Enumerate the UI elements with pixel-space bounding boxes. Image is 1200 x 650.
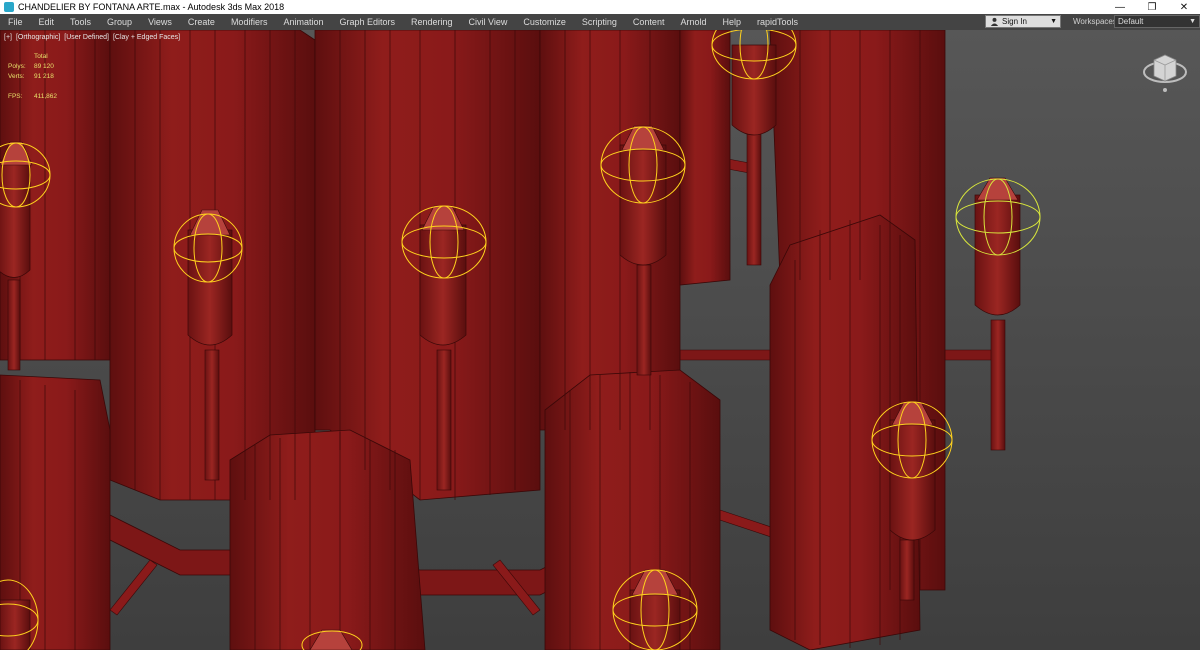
stats-verts-value: 91 218 — [34, 73, 54, 80]
stats-fps-value: 411,862 — [34, 93, 58, 100]
window-title: CHANDELIER BY FONTANA ARTE.max - Autodes… — [18, 2, 285, 12]
menu-file[interactable]: File — [0, 14, 31, 30]
menu-scripting[interactable]: Scripting — [574, 14, 625, 30]
chevron-down-icon: ▼ — [1050, 18, 1057, 25]
menu-modifiers[interactable]: Modifiers — [223, 14, 276, 30]
menu-tools[interactable]: Tools — [62, 14, 99, 30]
title-bar: CHANDELIER BY FONTANA ARTE.max - Autodes… — [0, 0, 1200, 14]
workspace-value: Default — [1118, 17, 1144, 26]
user-icon — [989, 17, 999, 27]
menu-rendering[interactable]: Rendering — [403, 14, 461, 30]
workspaces-select[interactable]: Default ▼ — [1114, 15, 1200, 28]
menu-graph-editors[interactable]: Graph Editors — [331, 14, 403, 30]
close-button[interactable]: ✕ — [1168, 0, 1200, 14]
menu-create[interactable]: Create — [180, 14, 223, 30]
viewport-statistics: Total Polys: 89 120 Verts: 91 218 FPS: 411,… — [8, 52, 57, 102]
perspective-viewport[interactable]: [+] [Orthographic] [User Defined] [Clay … — [0, 30, 1200, 650]
workspaces-label: Workspaces: — [1073, 17, 1120, 26]
viewport-label[interactable]: [+] [Orthographic] [User Defined] [Clay … — [4, 34, 182, 41]
stats-total-label: Total — [34, 53, 48, 60]
sign-in-dropdown[interactable]: Sign In ▼ — [985, 15, 1061, 28]
menu-edit[interactable]: Edit — [31, 14, 63, 30]
menu-help[interactable]: Help — [714, 14, 749, 30]
menu-civil-view[interactable]: Civil View — [461, 14, 516, 30]
stats-polys-label: Polys: — [8, 63, 26, 70]
menu-arnold[interactable]: Arnold — [672, 14, 714, 30]
menu-animation[interactable]: Animation — [275, 14, 331, 30]
menu-customize[interactable]: Customize — [515, 14, 574, 30]
maximize-button[interactable]: ❐ — [1136, 0, 1168, 14]
menu-content[interactable]: Content — [625, 14, 673, 30]
viewport-camera-label[interactable]: [User Defined] — [64, 34, 109, 41]
window-controls: — ❐ ✕ — [1104, 0, 1200, 14]
chevron-down-icon: ▼ — [1189, 18, 1196, 25]
viewport-menu-plus[interactable]: [+] — [4, 34, 12, 41]
viewport-shading-label[interactable]: [Clay + Edged Faces] — [113, 34, 180, 41]
menu-views[interactable]: Views — [140, 14, 180, 30]
sign-in-label: Sign In — [1002, 17, 1027, 26]
minimize-button[interactable]: — — [1104, 0, 1136, 14]
viewport-view-label[interactable]: [Orthographic] — [16, 34, 60, 41]
viewport-scene — [0, 30, 1200, 650]
menu-group[interactable]: Group — [99, 14, 140, 30]
menu-rapidtools[interactable]: rapidTools — [749, 14, 806, 30]
stats-fps-label: FPS: — [8, 93, 23, 100]
stats-polys-value: 89 120 — [34, 63, 54, 70]
app-icon — [4, 2, 14, 12]
viewcube-icon[interactable] — [1139, 48, 1191, 94]
stats-verts-label: Verts: — [8, 73, 25, 80]
